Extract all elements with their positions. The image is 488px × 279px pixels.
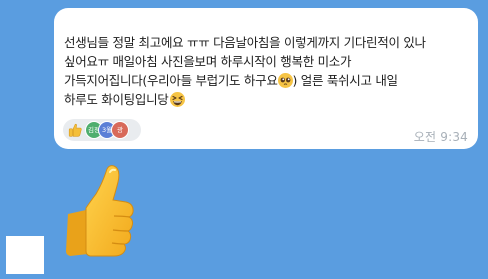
message-line: 싶어요ㅠ 매일아침 사진을보며 하루시작이 행복한 미소가 xyxy=(64,54,352,69)
message-line: 가득지어집니다(우리아들 부럽기도 하구요 ) 얼른 푹쉬시고 내일 xyxy=(64,71,476,90)
pleading-face-icon xyxy=(277,73,293,88)
reaction-avatar[interactable]: 광 xyxy=(111,121,129,139)
message-line-part: 하루도 화이팅입니당 xyxy=(64,92,169,107)
message-text: 선생님들 정말 최고에요 ㅠㅠ 다음날아침을 이렇게까지 기다린적이 있나 싶어… xyxy=(64,33,476,109)
thumbs-up-sticker[interactable] xyxy=(66,158,136,258)
message-timestamp: 오전 9:34 xyxy=(413,130,468,144)
message-bubble[interactable]: 선생님들 정말 최고에요 ㅠㅠ 다음날아침을 이렇게까지 기다린적이 있나 싶어… xyxy=(54,8,478,149)
message-line-part: ) 얼른 푹쉬시고 내일 xyxy=(292,73,399,88)
message-line-part: 가득지어집니다(우리아들 부럽기도 하구요 xyxy=(64,73,278,88)
grinning-squinting-face-icon xyxy=(170,92,186,107)
blank-thumbnail[interactable] xyxy=(6,236,44,274)
message-line: 하루도 화이팅입니당 xyxy=(64,90,476,109)
thumbs-up-icon xyxy=(68,123,82,137)
message-line: 선생님들 정말 최고에요 ㅠㅠ 다음날아침을 이렇게까지 기다린적이 있나 xyxy=(64,35,426,50)
reaction-bar[interactable]: 김정 3월 광 xyxy=(63,119,141,141)
